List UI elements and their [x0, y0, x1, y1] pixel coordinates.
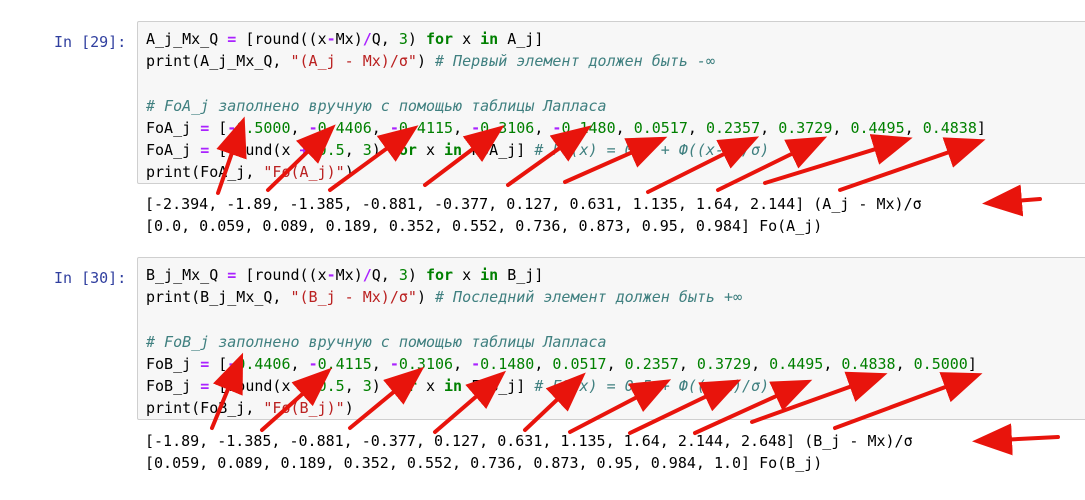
code-input-area[interactable]: A_j_Mx_Q = [round((x-Mx)/Q, 3) for x in … [137, 21, 1085, 184]
code-line-6: FoB_j = [round(x + 0.5, 3) for x in FoB_… [146, 377, 770, 396]
fo-values-list: -0.5000, -0.4406, -0.4115, -0.3106, -0.1… [227, 118, 977, 137]
code-line-5: FoB_j = [-0.4406, -0.4115, -0.3106, -0.1… [146, 354, 977, 373]
code-input-area[interactable]: B_j_Mx_Q = [round((x-Mx)/Q, 3) for x in … [137, 257, 1085, 420]
fo-value: 0.3729 [778, 118, 833, 137]
code-line-1: B_j_Mx_Q = [round((x-Mx)/Q, 3) for x in … [146, 266, 544, 284]
fo-value: 0.5000 [913, 354, 968, 373]
fo-value: 0.4115 [317, 354, 372, 373]
code-block: B_j_Mx_Q = [round((x-Mx)/Q, 3) for x in … [138, 258, 1085, 419]
code-line-4-comment: # FoB_j заполнено вручную с помощью табл… [146, 332, 607, 351]
fo-value: 0.4495 [850, 118, 905, 137]
minus-operator: - [389, 354, 399, 373]
red-arrow [972, 423, 1060, 456]
fo-value: 0.4495 [769, 354, 824, 373]
minus-operator: - [471, 354, 481, 373]
fo-value: 0.3106 [480, 118, 535, 137]
minus-operator: - [308, 354, 318, 373]
fo-value: 0.4838 [841, 354, 896, 373]
output-line-1: [-2.394, -1.89, -1.385, -0.881, -0.377, … [145, 195, 922, 213]
fo-value: 0.0517 [633, 118, 688, 137]
fo-value: 0.2357 [624, 354, 679, 373]
input-prompt: In [29]: [54, 33, 127, 51]
minus-operator: - [389, 118, 399, 137]
fo-value: 0.0517 [552, 354, 607, 373]
output-line-1: [-1.89, -1.385, -0.881, -0.377, 0.127, 0… [145, 432, 913, 450]
minus-operator: - [227, 354, 237, 373]
cell-output: [-1.89, -1.385, -0.881, -0.377, 0.127, 0… [145, 430, 913, 474]
cell-output: [-2.394, -1.89, -1.385, -0.881, -0.377, … [145, 193, 922, 237]
fo-value: 0.1480 [561, 118, 616, 137]
fo-value: 0.3729 [696, 354, 752, 373]
output-line-2: [0.059, 0.089, 0.189, 0.352, 0.552, 0.73… [145, 454, 823, 472]
fo-value: 0.5000 [236, 118, 291, 137]
code-line-4-comment: # FoA_j заполнено вручную с помощью табл… [146, 96, 607, 115]
minus-operator: - [308, 118, 318, 137]
code-line-1: A_j_Mx_Q = [round((x-Mx)/Q, 3) for x in … [146, 30, 544, 48]
fo-value: 0.4115 [398, 118, 454, 137]
code-line-7: print(FoA_j, "Fo(A_j)") [146, 163, 354, 182]
code-line-2: print(A_j_Mx_Q, "(A_j - Mx)/σ") # Первый… [146, 52, 715, 71]
fo-value: 0.4406 [317, 118, 372, 137]
code-line-6: FoA_j = [round(x + 0.5, 3) for x in FoA_… [146, 141, 770, 160]
minus-operator: - [471, 118, 481, 137]
fo-values-list: -0.4406, -0.4115, -0.3106, -0.1480, 0.05… [227, 354, 968, 373]
red-arrow [982, 184, 1042, 217]
code-line-7: print(FoB_j, "Fo(B_j)") [146, 399, 354, 418]
minus-operator: - [227, 118, 237, 137]
code-line-5: FoA_j = [-0.5000, -0.4406, -0.4115, -0.3… [146, 118, 986, 137]
code-line-2: print(B_j_Mx_Q, "(B_j - Mx)/σ") # Послед… [146, 288, 743, 307]
fo-value: 0.3106 [398, 354, 454, 373]
output-line-2: [0.0, 0.059, 0.089, 0.189, 0.352, 0.552,… [145, 217, 823, 235]
code-block: A_j_Mx_Q = [round((x-Mx)/Q, 3) for x in … [138, 22, 1085, 183]
fo-value: 0.4838 [922, 118, 977, 137]
fo-value: 0.2357 [705, 118, 761, 137]
fo-value: 0.1480 [480, 354, 535, 373]
fo-value: 0.4406 [236, 354, 291, 373]
input-prompt: In [30]: [54, 269, 127, 287]
